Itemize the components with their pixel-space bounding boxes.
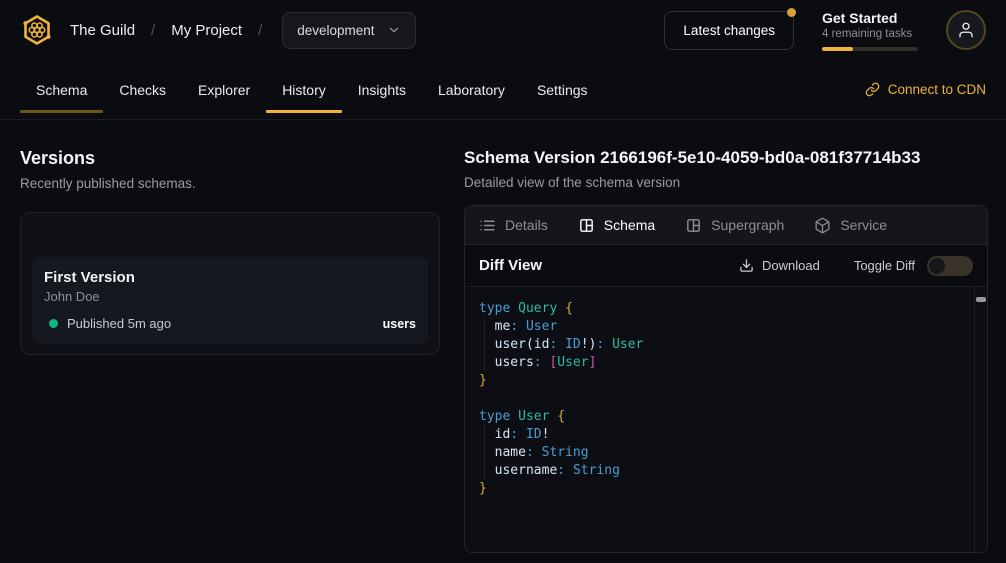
code-line: username: String [479, 462, 963, 480]
scrollbar-thumb[interactable] [976, 297, 986, 302]
nav-tab-checks[interactable]: Checks [103, 60, 182, 119]
tab-schema[interactable]: Schema [578, 217, 655, 234]
code-line [479, 390, 963, 408]
get-started-progress-fill [822, 47, 853, 51]
indent-guide [484, 318, 485, 372]
top-bar: The Guild / My Project / development Lat… [0, 0, 1006, 60]
get-started-widget[interactable]: Get Started 4 remaining tasks [822, 10, 918, 51]
org-name[interactable]: The Guild [70, 22, 135, 39]
panels-icon [578, 217, 595, 234]
tab-service[interactable]: Service [814, 217, 887, 234]
link-icon [865, 82, 880, 97]
schema-panel: Details Schema Supergraph [464, 205, 988, 553]
version-meta: Published 5m ago users [44, 316, 416, 331]
chevron-down-icon [387, 23, 401, 37]
code-line: } [479, 480, 963, 498]
scrollbar[interactable] [974, 287, 987, 552]
panels-icon [685, 217, 702, 234]
versions-panel: Versions Recently published schemas. Fir… [20, 148, 440, 553]
download-label: Download [762, 258, 820, 273]
target-selector-value: development [297, 23, 374, 38]
nav-tab-explorer[interactable]: Explorer [182, 60, 266, 119]
tab-label: Details [505, 217, 548, 233]
avatar-button[interactable] [946, 10, 986, 50]
indent-guide [484, 426, 485, 480]
diff-view-title: Diff View [479, 257, 542, 274]
nav-tab-settings[interactable]: Settings [521, 60, 604, 119]
tab-details[interactable]: Details [479, 217, 548, 234]
code-line: type User { [479, 408, 963, 426]
cube-icon [814, 217, 831, 234]
nav-tab-schema[interactable]: Schema [20, 60, 103, 119]
nav-tab-insights[interactable]: Insights [342, 60, 422, 119]
breadcrumb-separator: / [151, 22, 155, 39]
diff-toolbar: Diff View Download Toggle Diff [465, 245, 987, 287]
code-line: } [479, 372, 963, 390]
breadcrumb: The Guild / My Project / development [20, 12, 416, 49]
target-selector-button[interactable]: development [282, 12, 415, 49]
service-badge: users [383, 317, 416, 331]
list-icon [479, 217, 496, 234]
target-nav: Schema Checks Explorer History Insights … [0, 60, 1006, 120]
connect-cdn-label: Connect to CDN [888, 82, 986, 97]
latest-changes-label: Latest changes [683, 23, 775, 38]
code-line: type Query { [479, 300, 963, 318]
project-name[interactable]: My Project [171, 22, 242, 39]
toggle-diff-label: Toggle Diff [854, 258, 915, 273]
detail-title: Schema Version 2166196f-5e10-4059-bd0a-0… [464, 148, 988, 168]
tab-label: Supergraph [711, 217, 784, 233]
user-icon [957, 21, 975, 39]
version-author: John Doe [44, 289, 416, 304]
versions-subtitle: Recently published schemas. [20, 176, 440, 191]
published-status-dot [49, 319, 58, 328]
latest-changes-button[interactable]: Latest changes [664, 11, 794, 50]
toggle-diff-switch[interactable] [927, 256, 973, 276]
detail-tabs: Details Schema Supergraph [465, 206, 987, 245]
code-line: users: [User] [479, 354, 963, 372]
versions-title: Versions [20, 148, 440, 169]
code-line: user(id: ID!): User [479, 336, 963, 354]
diff-controls: Download Toggle Diff [739, 256, 973, 276]
connect-cdn-link[interactable]: Connect to CDN [865, 60, 986, 119]
detail-subtitle: Detailed view of the schema version [464, 175, 988, 190]
code-line: id: ID! [479, 426, 963, 444]
code-lines: type Query { me: User user(id: ID!): Use… [479, 300, 963, 498]
hive-logo-icon [20, 13, 54, 47]
get-started-subtitle: 4 remaining tasks [822, 28, 918, 40]
version-name: First Version [44, 269, 416, 286]
version-status: Published 5m ago [67, 316, 171, 331]
version-list-item[interactable]: First Version John Doe Published 5m ago … [32, 257, 428, 344]
code-line: name: String [479, 444, 963, 462]
get-started-progress [822, 47, 918, 51]
nav-tab-laboratory[interactable]: Laboratory [422, 60, 521, 119]
header-actions: Latest changes Get Started 4 remaining t… [664, 10, 986, 51]
schema-code-block[interactable]: type Query { me: User user(id: ID!): Use… [465, 287, 987, 552]
breadcrumb-separator: / [258, 22, 262, 39]
tab-supergraph[interactable]: Supergraph [685, 217, 784, 234]
notification-dot [787, 8, 796, 17]
code-line: me: User [479, 318, 963, 336]
versions-card: First Version John Doe Published 5m ago … [20, 212, 440, 355]
tab-label: Service [840, 217, 887, 233]
download-icon [739, 258, 754, 273]
nav-tab-history[interactable]: History [266, 60, 342, 119]
get-started-title: Get Started [822, 10, 918, 26]
main-content: Versions Recently published schemas. Fir… [0, 120, 1006, 553]
version-detail: Schema Version 2166196f-5e10-4059-bd0a-0… [464, 148, 988, 553]
download-button[interactable]: Download [739, 258, 820, 273]
tab-label: Schema [604, 217, 655, 233]
toggle-knob [929, 258, 945, 274]
